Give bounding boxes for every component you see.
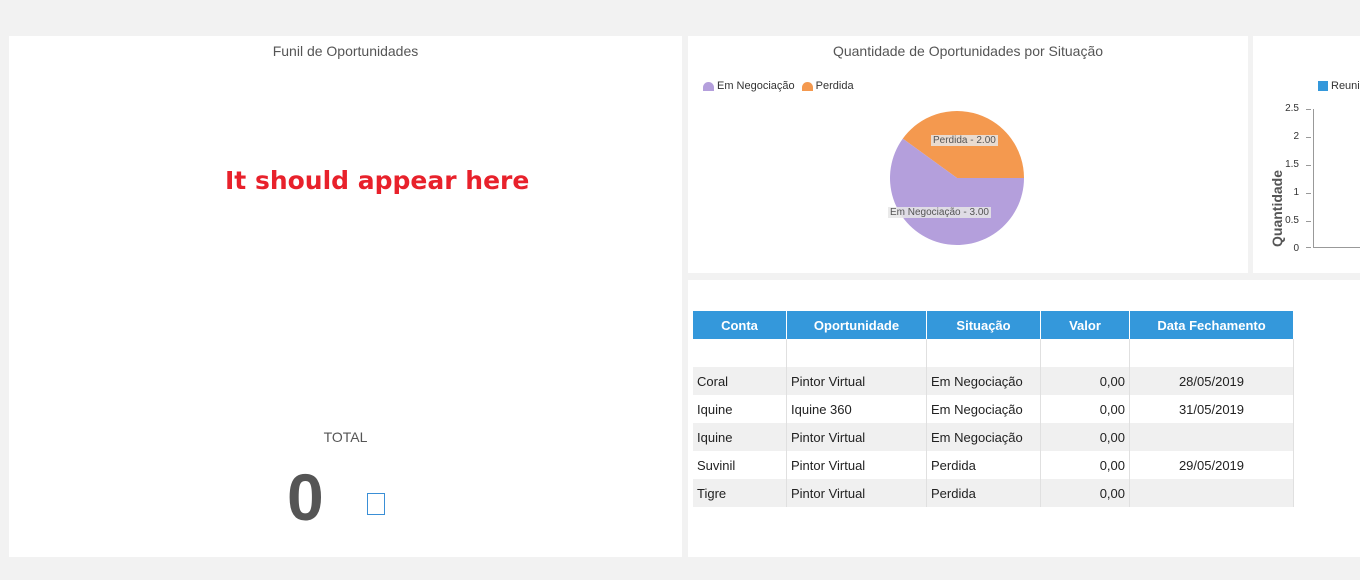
cell-oportunidade: Pintor Virtual	[786, 367, 927, 395]
cell-data-fechamento: 31/05/2019	[1129, 395, 1294, 423]
column-header-oportunidade[interactable]: Oportunidade	[786, 311, 927, 339]
y-tick-2-5: 2.5	[1285, 103, 1299, 114]
cell-data-fechamento: 29/05/2019	[1129, 451, 1294, 479]
table-row[interactable]: Iquine Iquine 360 Em Negociação 0,00 31/…	[693, 395, 1294, 423]
cell-situacao: Em Negociação	[926, 395, 1041, 423]
y-tickmark	[1306, 221, 1311, 222]
cell-oportunidade: Pintor Virtual	[786, 479, 927, 507]
y-tickmark	[1306, 109, 1311, 110]
cell-valor	[1040, 339, 1130, 367]
pie-data-label-perdida: Perdida - 2.00	[931, 135, 998, 146]
column-header-data-fechamento[interactable]: Data Fechamento	[1129, 311, 1294, 339]
annotation-text: It should appear here	[225, 166, 530, 195]
funnel-panel: Funil de Oportunidades It should appear …	[9, 36, 682, 557]
pie-chart	[890, 110, 1024, 245]
cell-conta: Suvinil	[693, 451, 787, 479]
total-checkbox[interactable]	[367, 493, 385, 515]
cell-valor: 0,00	[1040, 367, 1130, 395]
opportunities-table-panel: Conta Oportunidade Situação Valor Data F…	[688, 280, 1360, 557]
cell-situacao: Em Negociação	[926, 423, 1041, 451]
cell-situacao: Em Negociação	[926, 367, 1041, 395]
column-header-valor[interactable]: Valor	[1040, 311, 1130, 339]
bar-legend-swatch	[1318, 81, 1328, 91]
cell-situacao: Perdida	[926, 451, 1041, 479]
y-tickmark	[1306, 165, 1311, 166]
cell-data-fechamento	[1129, 479, 1294, 507]
cell-data-fechamento: 28/05/2019	[1129, 367, 1294, 395]
column-header-conta[interactable]: Conta	[693, 311, 787, 339]
table-row[interactable]: Suvinil Pintor Virtual Perdida 0,00 29/0…	[693, 451, 1294, 479]
bar-legend-label: Reuni	[1331, 80, 1360, 92]
cell-conta	[693, 339, 787, 367]
cell-conta: Tigre	[693, 479, 787, 507]
cell-conta: Iquine	[693, 423, 787, 451]
cell-oportunidade: Pintor Virtual	[786, 451, 927, 479]
y-tick-0: 0	[1293, 243, 1299, 254]
total-label: TOTAL	[323, 429, 368, 445]
cell-valor: 0,00	[1040, 423, 1130, 451]
y-tickmark	[1306, 137, 1311, 138]
total-value: 0	[287, 460, 324, 534]
table-header-row: Conta Oportunidade Situação Valor Data F…	[693, 311, 1294, 339]
cell-valor: 0,00	[1040, 479, 1130, 507]
table-row[interactable]: Iquine Pintor Virtual Em Negociação 0,00	[693, 423, 1294, 451]
pie-data-label-em-negociacao: Em Negociação - 3.00	[888, 207, 991, 218]
bar-x-axis	[1313, 247, 1360, 248]
opportunities-table: Conta Oportunidade Situação Valor Data F…	[693, 311, 1294, 507]
bar-legend[interactable]: Reuni	[1318, 80, 1360, 92]
cell-conta: Coral	[693, 367, 787, 395]
cell-situacao	[926, 339, 1041, 367]
cell-oportunidade: Iquine 360	[786, 395, 927, 423]
table-row[interactable]: Tigre Pintor Virtual Perdida 0,00	[693, 479, 1294, 507]
table-row[interactable]	[693, 339, 1294, 367]
bar-chart-panel: Reuni Quantidade 2.5 2 1.5 1 0.5 0	[1253, 36, 1360, 273]
funnel-title: Funil de Oportunidades	[272, 43, 419, 59]
cell-oportunidade	[786, 339, 927, 367]
cell-data-fechamento	[1129, 423, 1294, 451]
y-tickmark	[1306, 193, 1311, 194]
cell-conta: Iquine	[693, 395, 787, 423]
y-tick-2: 2	[1293, 131, 1299, 142]
y-tick-0-5: 0.5	[1285, 215, 1299, 226]
y-tick-1-5: 1.5	[1285, 159, 1299, 170]
cell-situacao: Perdida	[926, 479, 1041, 507]
cell-valor: 0,00	[1040, 451, 1130, 479]
cell-oportunidade: Pintor Virtual	[786, 423, 927, 451]
table-row[interactable]: Coral Pintor Virtual Em Negociação 0,00 …	[693, 367, 1294, 395]
y-tick-1: 1	[1293, 187, 1299, 198]
column-header-situacao[interactable]: Situação	[926, 311, 1041, 339]
bar-y-axis	[1313, 109, 1314, 248]
cell-valor: 0,00	[1040, 395, 1130, 423]
cell-data-fechamento	[1129, 339, 1294, 367]
pie-chart-panel: Quantidade de Oportunidades por Situação…	[688, 36, 1248, 273]
y-tickmark	[1306, 247, 1311, 248]
